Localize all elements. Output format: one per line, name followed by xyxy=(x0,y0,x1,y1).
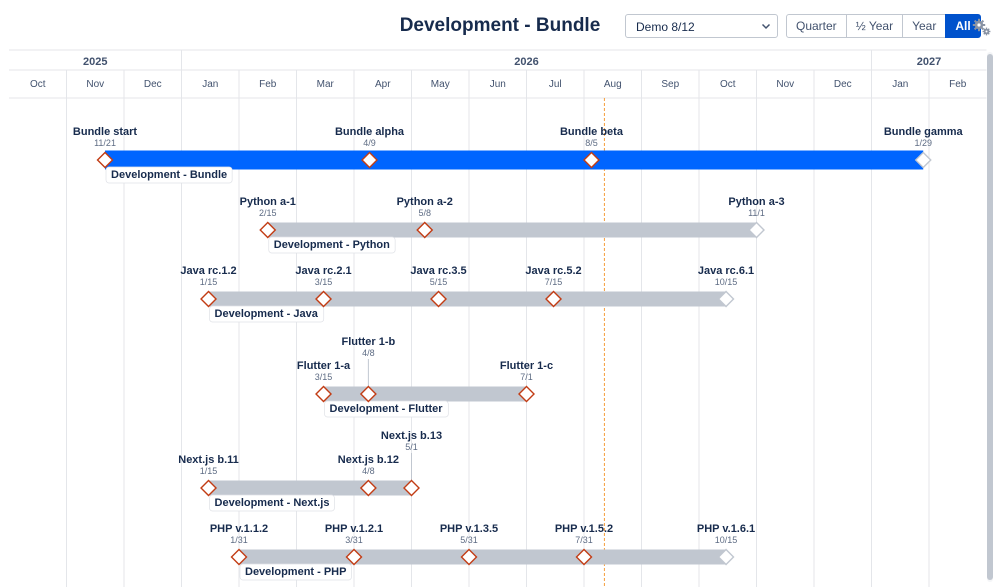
milestone-label: Bundle gamma xyxy=(884,126,964,138)
milestone-label: Java rc.6.1 xyxy=(698,265,754,277)
month-label: Oct xyxy=(30,79,46,90)
milestone-date: 1/31 xyxy=(230,535,248,545)
milestone-label: PHP v.1.3.5 xyxy=(440,523,498,535)
milestone-date: 4/8 xyxy=(362,466,375,476)
month-label: Dec xyxy=(834,79,852,90)
milestone-date: 7/15 xyxy=(545,277,563,287)
project-row: Development - Java Java rc.1.21/15 Java rc… xyxy=(180,265,754,323)
project-bar[interactable] xyxy=(323,386,527,402)
project-bar[interactable] xyxy=(239,549,727,565)
month-label: Feb xyxy=(949,79,967,90)
milestone-date: 1/15 xyxy=(200,466,218,476)
milestone-date: 5/1 xyxy=(405,442,418,452)
milestone-date: 1/15 xyxy=(200,277,218,287)
month-label: Dec xyxy=(144,79,162,90)
month-label: Jan xyxy=(202,79,218,90)
milestone-date: 4/8 xyxy=(362,348,375,358)
milestone-date: 3/31 xyxy=(345,535,363,545)
milestone-label: Java rc.3.5 xyxy=(410,265,466,277)
milestone-label: PHP v.1.1.2 xyxy=(210,523,268,535)
milestone-label: Java rc.1.2 xyxy=(180,265,236,277)
month-label: Aug xyxy=(604,79,622,90)
month-label: May xyxy=(431,79,450,90)
month-label: Nov xyxy=(776,79,794,90)
project-bar[interactable] xyxy=(267,222,757,238)
project-row: Development - PHP PHP v.1.1.21/31 PHP v.1.… xyxy=(210,523,755,581)
milestone-date: 3/15 xyxy=(315,277,333,287)
month-label: Oct xyxy=(720,79,736,90)
milestone-date: 7/31 xyxy=(575,535,593,545)
milestone-label: Bundle start xyxy=(73,126,138,138)
milestone-date: 7/1 xyxy=(520,372,533,382)
milestone-date: 5/31 xyxy=(460,535,478,545)
milestone-label: Bundle beta xyxy=(560,126,624,138)
milestone-label: PHP v.1.5.2 xyxy=(555,523,613,535)
milestone-label: Python a-2 xyxy=(397,196,453,208)
milestone-date: 5/8 xyxy=(418,208,431,218)
milestone-label: Bundle alpha xyxy=(335,126,405,138)
milestone-label: Python a-1 xyxy=(240,196,296,208)
year-label: 2025 xyxy=(83,56,107,68)
project-name: Development - PHP xyxy=(245,566,346,578)
milestone-label: Next.js b.12 xyxy=(338,454,399,466)
milestone-date: 1/29 xyxy=(914,138,932,148)
month-label: Jul xyxy=(549,79,562,90)
timeline-chart: 2025 2026 2027 Oct Nov Dec Jan Feb Mar Apr May Jun J… xyxy=(9,49,987,587)
project-name: Development - Next.js xyxy=(215,497,330,509)
month-label: Sep xyxy=(661,79,679,90)
month-label: Jun xyxy=(490,79,506,90)
milestone-date: 8/5 xyxy=(585,138,598,148)
milestone-label: Flutter 1-c xyxy=(500,360,553,372)
project-bar[interactable] xyxy=(208,480,412,496)
month-label: Feb xyxy=(259,79,277,90)
milestone-date: 11/21 xyxy=(94,138,116,148)
project-name: Development - Bundle xyxy=(111,169,227,181)
milestone-label: Next.js b.11 xyxy=(178,454,239,466)
project-name: Development - Flutter xyxy=(330,403,444,415)
milestone-date: 4/9 xyxy=(363,138,376,148)
milestone-date: 10/15 xyxy=(715,277,738,287)
milestone-label: Java rc.2.1 xyxy=(295,265,351,277)
month-label: Apr xyxy=(375,79,391,90)
milestone-date: 5/15 xyxy=(430,277,448,287)
month-grid xyxy=(66,70,930,587)
month-label: Mar xyxy=(317,79,335,90)
milestone-date: 10/15 xyxy=(715,535,738,545)
month-label: Nov xyxy=(86,79,104,90)
project-name: Development - Java xyxy=(215,308,319,320)
project-row: Development - Python Python a-12/15 Python… xyxy=(240,196,785,254)
year-label: 2026 xyxy=(514,56,538,68)
milestone-label: PHP v.1.2.1 xyxy=(325,523,383,535)
year-label: 2027 xyxy=(917,56,941,68)
milestone-label: Python a-3 xyxy=(728,196,784,208)
milestone-label: Java rc.5.2 xyxy=(525,265,581,277)
milestone-date: 2/15 xyxy=(259,208,277,218)
project-row: Development - Flutter Flutter 1-a3/15 Flut… xyxy=(297,336,553,418)
milestone-label: Flutter 1-b xyxy=(341,336,395,348)
project-name: Development - Python xyxy=(274,239,390,251)
project-row: Development - Next.js Next.js b.111/15 Nex… xyxy=(178,430,442,512)
milestone-date: 3/15 xyxy=(315,372,333,382)
month-label: Jan xyxy=(892,79,908,90)
milestone-label: PHP v.1.6.1 xyxy=(697,523,755,535)
project-bar[interactable] xyxy=(208,291,727,307)
scrollbar-thumb[interactable] xyxy=(987,54,993,580)
milestone-label: Next.js b.13 xyxy=(381,430,442,442)
project-row: Development - Bundle Bundle start11/21 Bun… xyxy=(73,126,964,184)
milestone-date: 11/1 xyxy=(748,208,765,218)
milestone-label: Flutter 1-a xyxy=(297,360,351,372)
